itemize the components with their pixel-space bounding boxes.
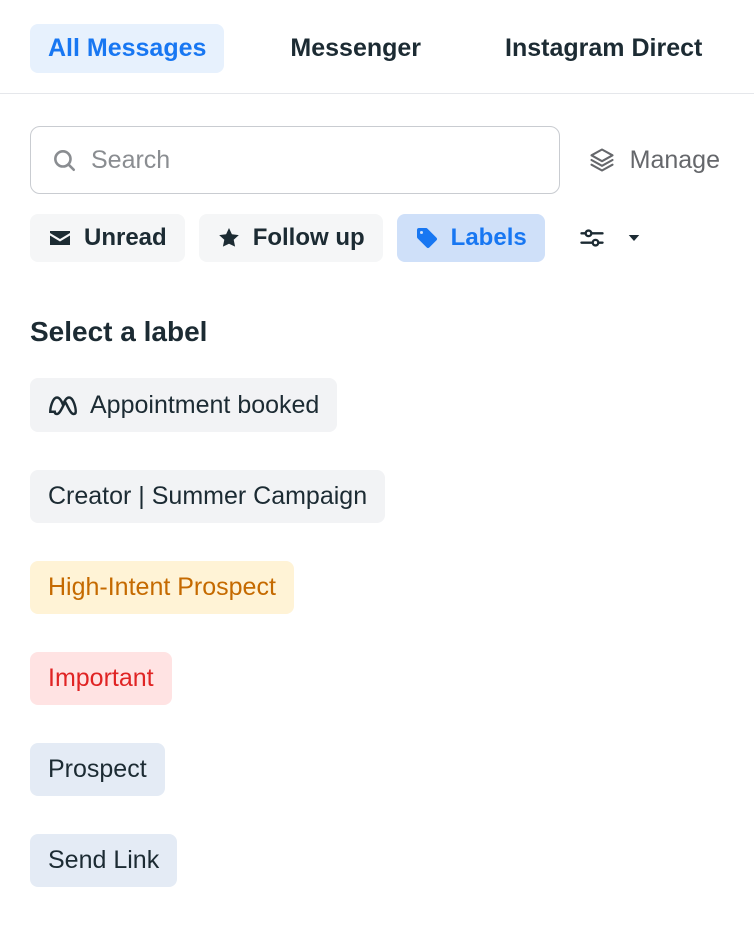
mail-icon: [48, 226, 72, 250]
manage-label: Manage: [630, 146, 720, 175]
filter-unread-label: Unread: [84, 224, 167, 252]
tab-messenger[interactable]: Messenger: [272, 24, 439, 73]
label-text: Important: [48, 664, 154, 693]
search-input[interactable]: [91, 146, 539, 175]
label-text: Prospect: [48, 755, 147, 784]
label-text: Send Link: [48, 846, 159, 875]
label-text: Appointment booked: [90, 391, 319, 420]
select-label-heading: Select a label: [0, 262, 754, 348]
stack-icon: [588, 146, 616, 174]
tab-instagram-direct[interactable]: Instagram Direct: [487, 24, 720, 73]
toolbar-row: Manage: [0, 94, 754, 194]
manage-button[interactable]: Manage: [588, 146, 724, 175]
label-creator-summer[interactable]: Creator | Summer Campaign: [30, 470, 385, 523]
chevron-down-icon[interactable]: [625, 229, 643, 247]
filters-row: Unread Follow up Labels: [0, 194, 754, 262]
sliders-icon[interactable]: [577, 224, 607, 252]
filter-settings-group: [577, 224, 643, 252]
filter-unread[interactable]: Unread: [30, 214, 185, 262]
label-important[interactable]: Important: [30, 652, 172, 705]
label-text: High-Intent Prospect: [48, 573, 276, 602]
filter-labels-label: Labels: [451, 224, 527, 252]
star-icon: [217, 226, 241, 250]
label-appointment-booked[interactable]: Appointment booked: [30, 378, 337, 432]
label-prospect[interactable]: Prospect: [30, 743, 165, 796]
label-text: Creator | Summer Campaign: [48, 482, 367, 511]
tag-icon: [415, 226, 439, 250]
filter-labels[interactable]: Labels: [397, 214, 545, 262]
filter-followup[interactable]: Follow up: [199, 214, 383, 262]
search-box[interactable]: [30, 126, 560, 194]
inbox-tabs: All Messages Messenger Instagram Direct: [0, 0, 754, 94]
meta-icon: [48, 390, 78, 420]
tab-all-messages[interactable]: All Messages: [30, 24, 224, 73]
search-icon: [51, 147, 77, 173]
labels-list: Appointment booked Creator | Summer Camp…: [0, 348, 754, 887]
label-send-link[interactable]: Send Link: [30, 834, 177, 887]
label-high-intent[interactable]: High-Intent Prospect: [30, 561, 294, 614]
filter-followup-label: Follow up: [253, 224, 365, 252]
